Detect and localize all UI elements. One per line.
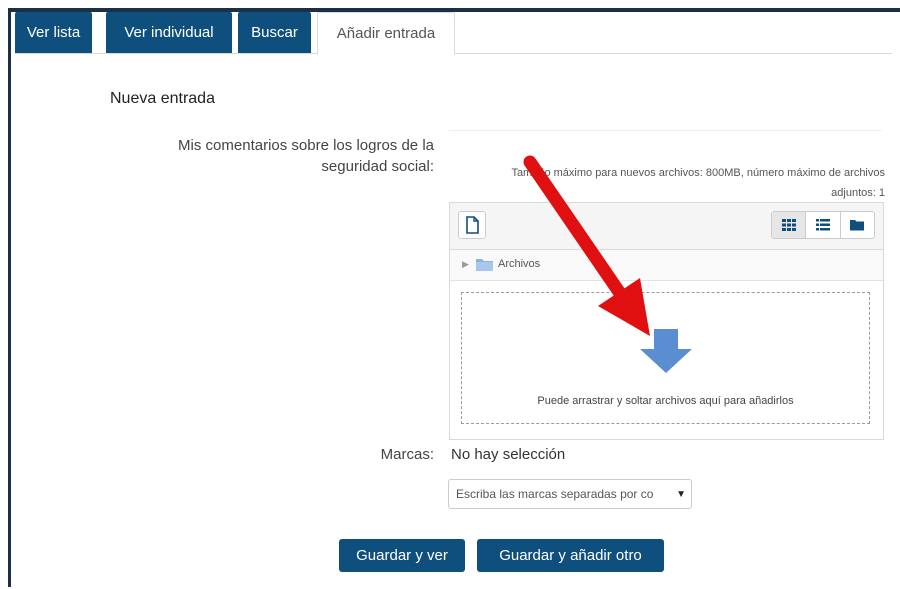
tab-bar: Ver lista Ver individual Buscar Añadir e… [15, 12, 900, 55]
file-manager-toolbar [450, 203, 883, 250]
marks-selection-value: No hay selección [451, 446, 566, 463]
marks-input-placeholder: Escriba las marcas separadas por co [456, 487, 654, 501]
file-limits-text: Tamaño máximo para nuevos archivos: 800M… [511, 167, 885, 199]
tab-anadir-entrada[interactable]: Añadir entrada [317, 12, 455, 55]
file-add-icon [466, 216, 479, 234]
add-file-button[interactable] [458, 211, 486, 239]
folder-view-button[interactable] [839, 212, 874, 238]
folder-icon [476, 259, 493, 271]
field-divider [449, 130, 882, 131]
marks-label: Marcas: [380, 446, 434, 463]
download-arrow-icon [640, 329, 692, 373]
drop-zone-text: Puede arrastrar y soltar archivos aquí p… [537, 395, 794, 407]
grid-view-icon [781, 219, 796, 231]
tab-ver-lista[interactable]: Ver lista [15, 12, 92, 53]
folder-view-icon [850, 220, 865, 231]
save-and-add-button[interactable]: Guardar y añadir otro [477, 539, 664, 572]
window-left-border [8, 8, 11, 587]
list-view-button[interactable] [805, 212, 839, 238]
marks-input[interactable]: Escriba las marcas separadas por co ▼ [448, 479, 692, 509]
path-folder-label[interactable]: Archivos [498, 258, 540, 270]
grid-view-button[interactable] [772, 212, 806, 238]
section-title: Nueva entrada [110, 90, 215, 107]
list-view-icon [815, 219, 830, 231]
comments-label: Mis comentarios sobre los logros de la s… [178, 137, 434, 175]
expand-arrow-icon[interactable]: ▶ [462, 259, 469, 270]
file-path-bar: ▶ Archivos [450, 250, 883, 281]
dropdown-caret-icon[interactable]: ▼ [676, 489, 686, 500]
view-switcher [771, 211, 875, 239]
save-and-view-button[interactable]: Guardar y ver [339, 539, 465, 572]
tab-ver-individual[interactable]: Ver individual [106, 12, 232, 53]
file-drop-zone[interactable]: Puede arrastrar y soltar archivos aquí p… [461, 292, 870, 424]
tab-buscar[interactable]: Buscar [238, 12, 311, 53]
file-manager: ▶ Archivos Puede arrastrar y soltar arch… [449, 202, 884, 440]
